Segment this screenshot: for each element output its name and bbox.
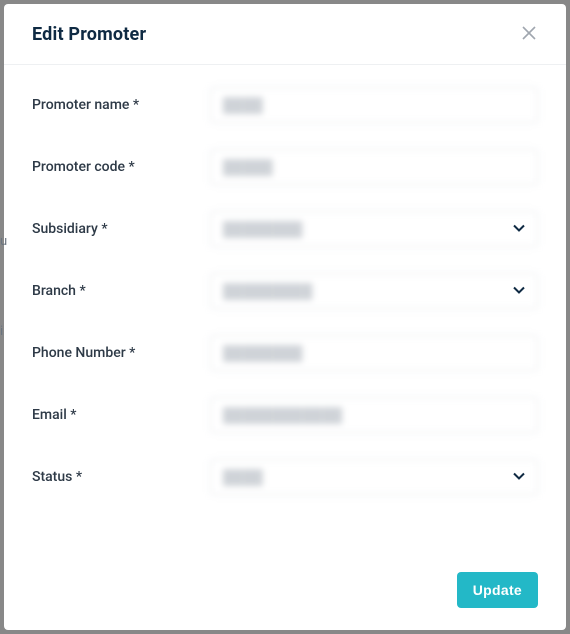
branch-select[interactable]	[210, 273, 538, 309]
phone-label: Phone Number *	[32, 345, 210, 361]
promoter-name-control	[210, 87, 538, 123]
email-label: Email *	[32, 407, 210, 423]
promoter-name-label: Promoter name *	[32, 97, 210, 113]
field-row-branch: Branch *	[32, 273, 538, 309]
phone-control	[210, 335, 538, 371]
promoter-code-control	[210, 149, 538, 185]
subsidiary-selected-value[interactable]	[210, 211, 538, 247]
modal-footer: Update	[4, 555, 566, 630]
edit-promoter-modal: u i Edit Promoter Promoter name * Promot…	[4, 4, 566, 630]
field-row-email: Email *	[32, 397, 538, 433]
email-control	[210, 397, 538, 433]
promoter-code-input[interactable]	[210, 149, 538, 185]
modal-body: Promoter name * Promoter code * Subsidia…	[4, 65, 566, 555]
modal-header: Edit Promoter	[4, 4, 566, 65]
modal-title: Edit Promoter	[32, 24, 146, 45]
subsidiary-select[interactable]	[210, 211, 538, 247]
status-select[interactable]	[210, 459, 538, 495]
phone-input[interactable]	[210, 335, 538, 371]
field-row-promoter-code: Promoter code *	[32, 149, 538, 185]
update-button[interactable]: Update	[457, 572, 538, 608]
status-selected-value[interactable]	[210, 459, 538, 495]
status-label: Status *	[32, 469, 210, 485]
email-input[interactable]	[210, 397, 538, 433]
promoter-code-label: Promoter code *	[32, 159, 210, 175]
field-row-phone: Phone Number *	[32, 335, 538, 371]
background-peek-i: i	[0, 324, 3, 339]
promoter-name-input[interactable]	[210, 87, 538, 123]
close-icon	[522, 26, 536, 40]
branch-label: Branch *	[32, 283, 210, 299]
field-row-status: Status *	[32, 459, 538, 495]
branch-selected-value[interactable]	[210, 273, 538, 309]
subsidiary-label: Subsidiary *	[32, 221, 210, 237]
field-row-subsidiary: Subsidiary *	[32, 211, 538, 247]
field-row-promoter-name: Promoter name *	[32, 87, 538, 123]
close-button[interactable]	[520, 22, 538, 46]
